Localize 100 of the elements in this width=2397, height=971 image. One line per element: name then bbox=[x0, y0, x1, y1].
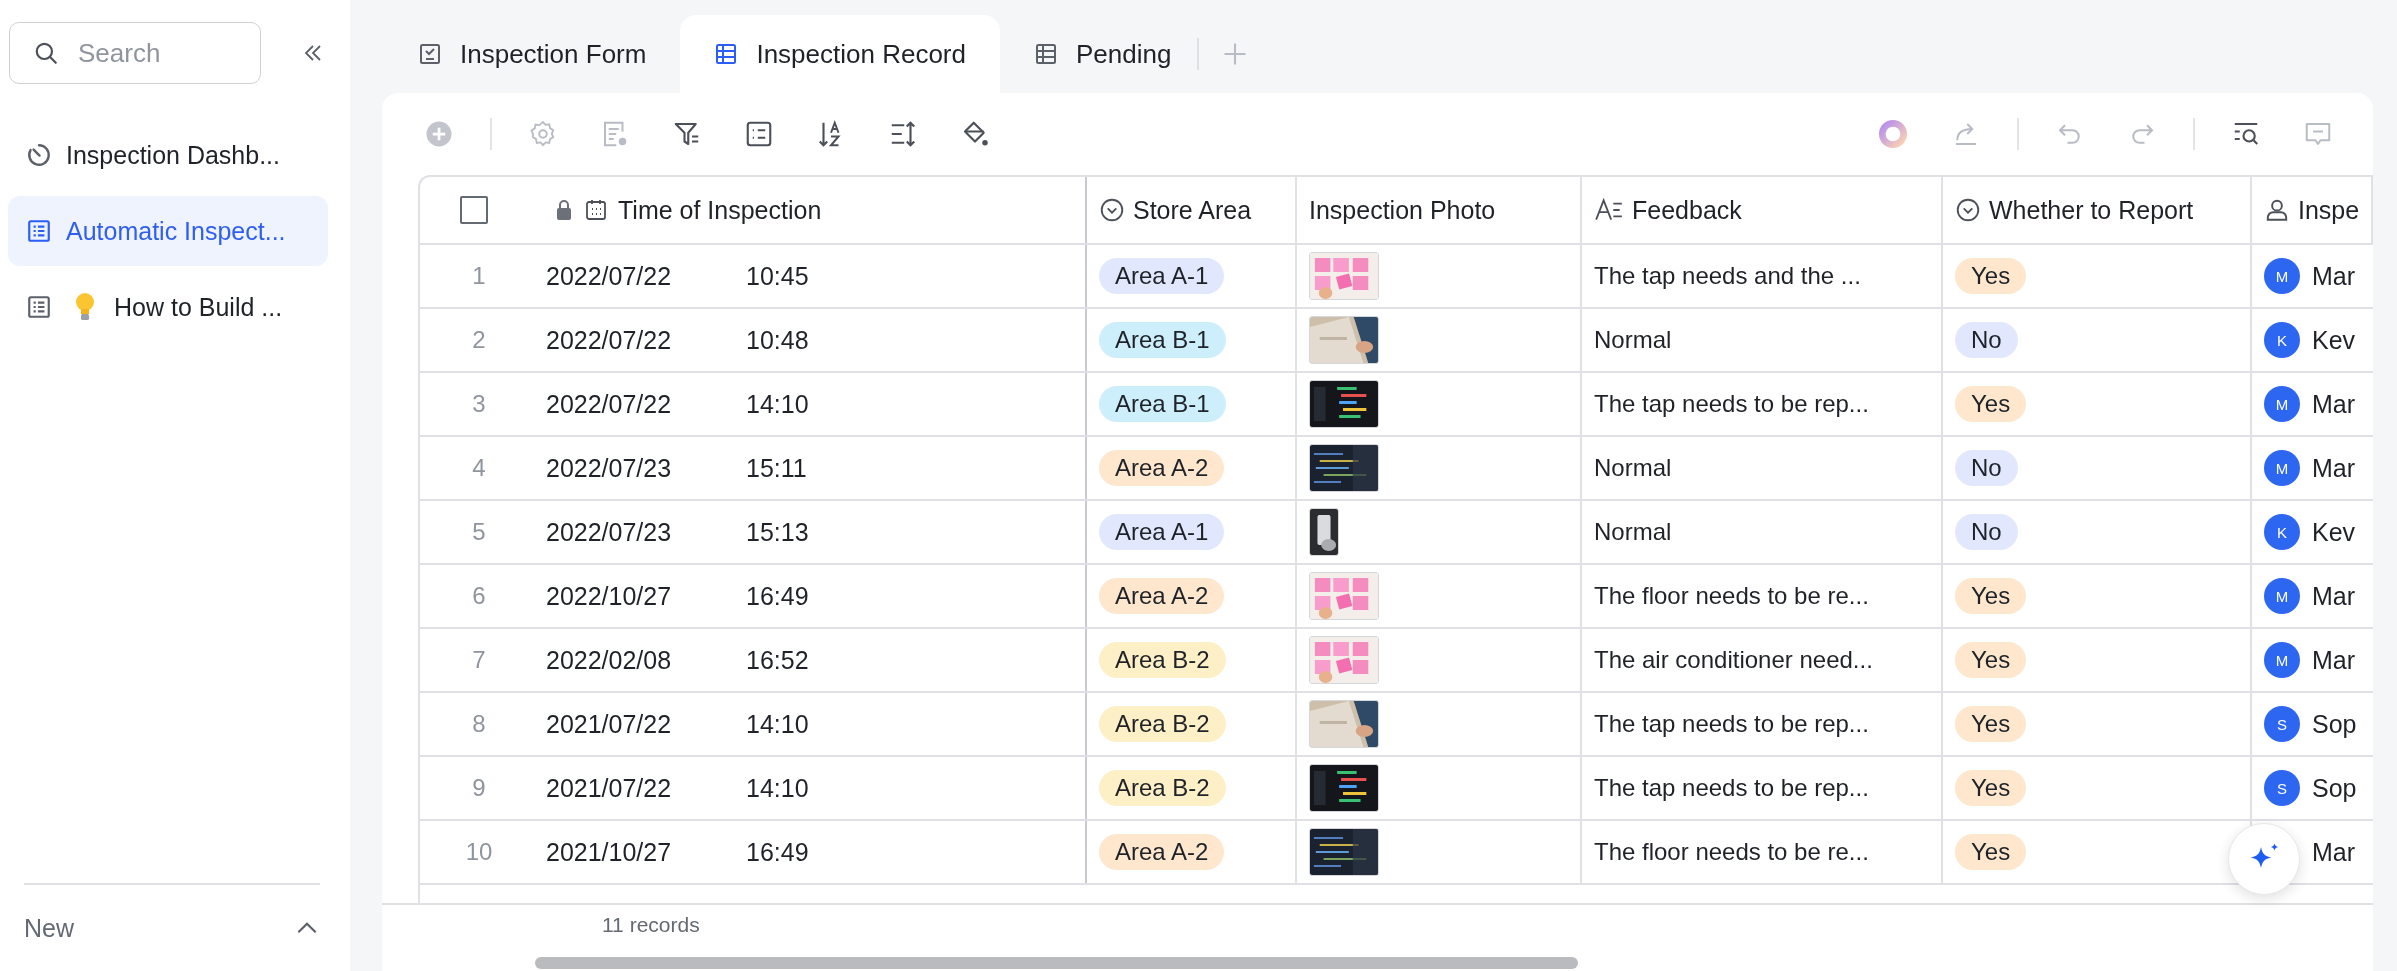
row-number: 7 bbox=[472, 646, 486, 674]
inspector-name: Kev bbox=[2312, 517, 2356, 547]
row-number: 3 bbox=[472, 390, 486, 418]
report-tag: Yes bbox=[1955, 258, 2027, 294]
time-text: 14:10 bbox=[746, 709, 809, 739]
feedback-text: The tap needs to be rep... bbox=[1594, 774, 1869, 802]
date-text: 2022/07/22 bbox=[546, 389, 673, 419]
time-text: 15:13 bbox=[746, 517, 809, 547]
column-header[interactable]: Time of Inspection bbox=[618, 195, 822, 225]
inspector-name: Mar bbox=[2312, 645, 2356, 675]
time-text: 16:49 bbox=[746, 581, 809, 611]
report-tag: Yes bbox=[1955, 834, 2027, 870]
area-tag: Area B-1 bbox=[1099, 322, 1226, 358]
feedback-text: The floor needs to be re... bbox=[1594, 838, 1869, 866]
area-tag: Area A-1 bbox=[1099, 258, 1225, 294]
report-tag: No bbox=[1955, 514, 2018, 550]
view-tab[interactable]: Inspection Form bbox=[390, 15, 681, 93]
report-tag: No bbox=[1955, 450, 2018, 486]
view-tab[interactable]: Inspection Record bbox=[680, 15, 1000, 93]
time-text: 16:49 bbox=[746, 837, 809, 867]
dropdown-icon bbox=[1099, 197, 1125, 223]
report-tag: No bbox=[1955, 322, 2018, 358]
form-icon bbox=[418, 42, 442, 66]
row-number: 8 bbox=[472, 710, 486, 738]
section-label: New bbox=[24, 913, 74, 943]
inspector-name: Kev bbox=[2312, 325, 2356, 355]
area-tag: Area B-2 bbox=[1099, 642, 1226, 678]
person-icon bbox=[2264, 197, 2290, 223]
sidebar-item[interactable]: How to Build ... bbox=[8, 272, 328, 342]
time-text: 10:45 bbox=[746, 261, 809, 291]
time-text: 10:48 bbox=[746, 325, 809, 355]
inspector-name: Mar bbox=[2312, 837, 2356, 867]
inspector-name: Mar bbox=[2312, 261, 2356, 291]
scrollbar[interactable] bbox=[535, 957, 1578, 969]
grid-icon bbox=[1033, 42, 1058, 66]
search-field[interactable]: Search bbox=[9, 22, 261, 84]
inspector-name: Mar bbox=[2312, 389, 2356, 419]
column-header[interactable]: Feedback bbox=[1632, 195, 1742, 225]
feedback-text: Normal bbox=[1594, 454, 1672, 482]
date-text: 2021/10/27 bbox=[546, 837, 673, 867]
row-number: 10 bbox=[465, 838, 493, 866]
area-tag: Area B-1 bbox=[1099, 386, 1226, 422]
report-tag: Yes bbox=[1955, 706, 2027, 742]
sidebar-item[interactable]: Inspection Dashb... bbox=[8, 120, 328, 190]
date-text: 2022/07/22 bbox=[546, 325, 673, 355]
avatar: K bbox=[2264, 322, 2300, 358]
time-text: 14:10 bbox=[746, 389, 809, 419]
area-tag: Area A-1 bbox=[1099, 514, 1225, 550]
inspector-name: Mar bbox=[2312, 453, 2356, 483]
date-text: 2022/07/23 bbox=[546, 517, 673, 547]
select-all-checkbox[interactable] bbox=[460, 196, 488, 224]
grid-icon bbox=[714, 42, 739, 66]
row-number: 9 bbox=[472, 774, 486, 802]
column-header[interactable]: Store Area bbox=[1133, 195, 1252, 225]
avatar: M bbox=[2264, 578, 2300, 614]
sidebar-item[interactable]: Automatic Inspect... bbox=[8, 196, 328, 266]
time-text: 15:11 bbox=[746, 453, 807, 483]
fields-icon[interactable] bbox=[744, 119, 774, 149]
avatar: M bbox=[2264, 258, 2300, 294]
dropdown-icon bbox=[1955, 197, 1981, 223]
area-tag: Area B-2 bbox=[1099, 770, 1226, 806]
report-tag: Yes bbox=[1955, 386, 2027, 422]
row-number: 2 bbox=[472, 326, 486, 354]
feedback-text: The floor needs to be re... bbox=[1594, 582, 1869, 610]
date-text: 2022/10/27 bbox=[546, 581, 673, 611]
column-header[interactable]: Inspection Photo bbox=[1309, 195, 1496, 225]
calendar-icon bbox=[584, 198, 608, 222]
column-header[interactable]: Inspe bbox=[2298, 195, 2360, 225]
date-text: 2022/07/22 bbox=[546, 261, 673, 291]
report-tag: Yes bbox=[1955, 770, 2027, 806]
row-number: 6 bbox=[472, 582, 486, 610]
avatar: M bbox=[2264, 642, 2300, 678]
date-text: 2021/07/22 bbox=[546, 773, 673, 803]
area-tag: Area A-2 bbox=[1099, 450, 1225, 486]
area-tag: Area A-2 bbox=[1099, 578, 1225, 614]
row-number: 5 bbox=[472, 518, 486, 546]
avatar: K bbox=[2264, 514, 2300, 550]
inspector-name: Mar bbox=[2312, 581, 2356, 611]
time-text: 14:10 bbox=[746, 773, 809, 803]
avatar: S bbox=[2264, 706, 2300, 742]
view-tab[interactable]: Pending bbox=[999, 15, 1206, 93]
text-format-icon bbox=[1594, 197, 1624, 223]
record-count: 11 records bbox=[602, 913, 700, 937]
date-text: 2022/02/08 bbox=[546, 645, 673, 675]
avatar: S bbox=[2264, 770, 2300, 806]
time-text: 16:52 bbox=[746, 645, 809, 675]
column-header[interactable]: Whether to Report bbox=[1989, 195, 2194, 225]
row-number: 4 bbox=[472, 454, 486, 482]
report-tag: Yes bbox=[1955, 642, 2027, 678]
inspector-name: Sop bbox=[2312, 709, 2357, 739]
list-icon bbox=[26, 218, 52, 244]
feedback-text: Normal bbox=[1594, 518, 1672, 546]
date-text: 2021/07/22 bbox=[546, 709, 673, 739]
feedback-text: The tap needs and the ... bbox=[1594, 262, 1861, 290]
area-tag: Area B-2 bbox=[1099, 706, 1226, 742]
feedback-text: The tap needs to be rep... bbox=[1594, 710, 1869, 738]
feedback-text: Normal bbox=[1594, 326, 1672, 354]
inspector-name: Sop bbox=[2312, 773, 2357, 803]
report-tag: Yes bbox=[1955, 578, 2027, 614]
date-text: 2022/07/23 bbox=[546, 453, 673, 483]
